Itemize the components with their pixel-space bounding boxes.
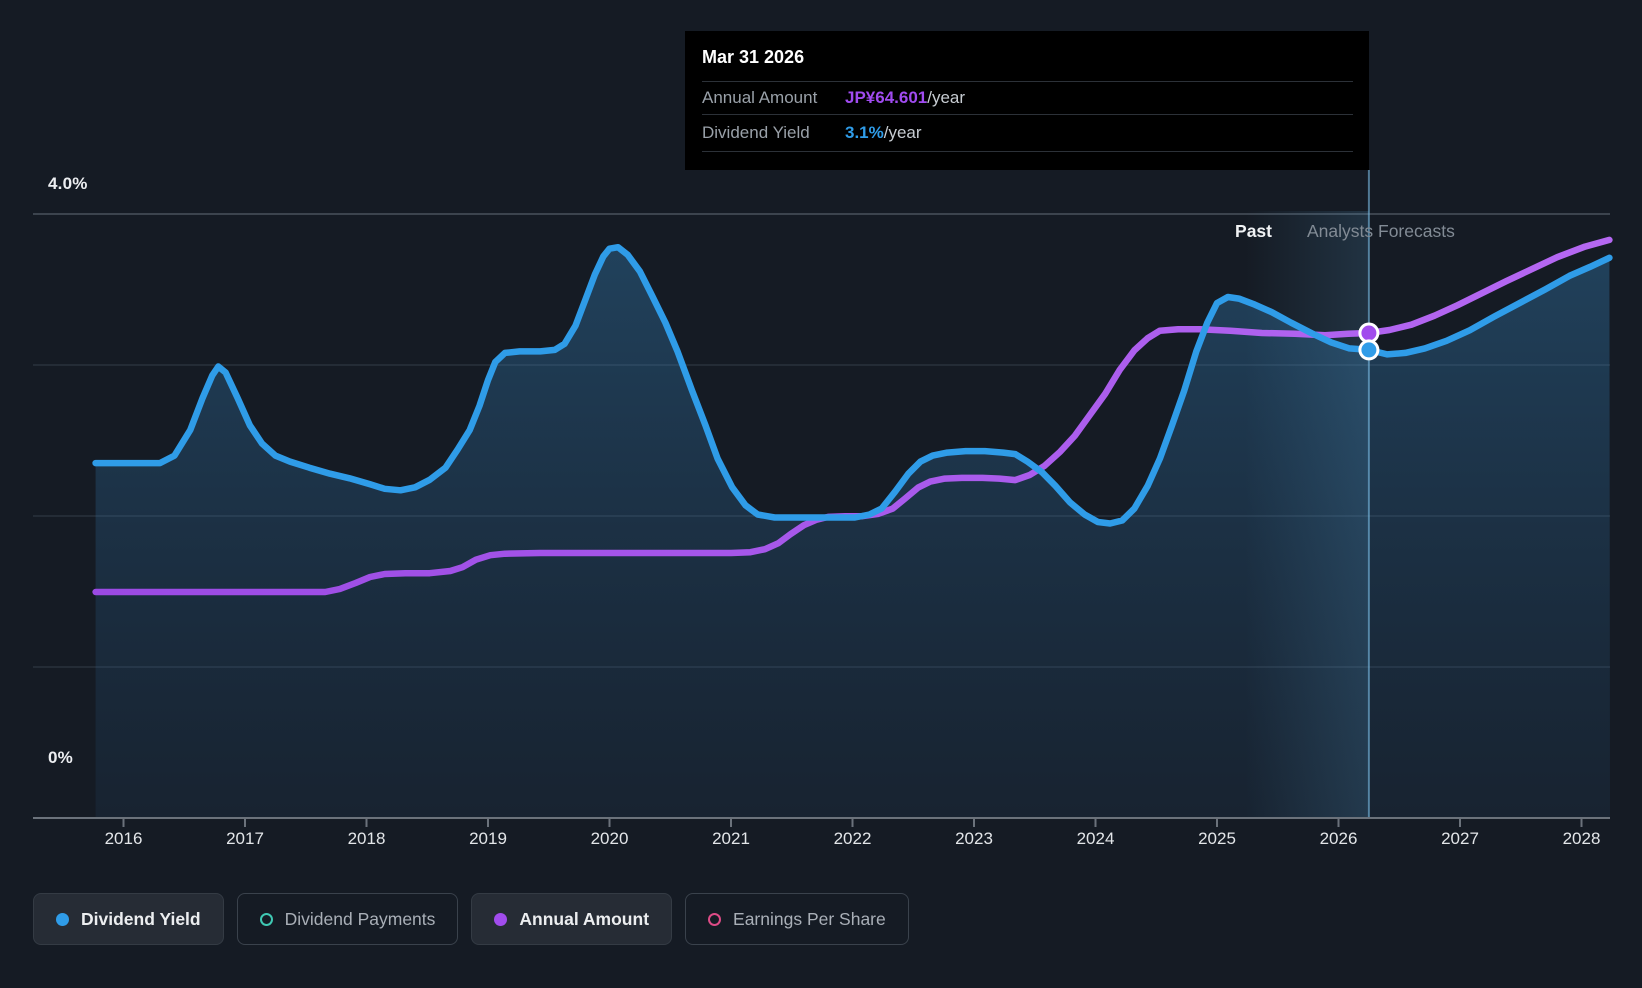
chart-legend: Dividend Yield Dividend Payments Annual Am… xyxy=(33,893,909,945)
past-region-label: Past xyxy=(1235,221,1272,242)
tooltip-row-label: Dividend Yield xyxy=(702,123,845,143)
x-axis-label: 2025 xyxy=(1198,829,1236,849)
x-axis-label: 2022 xyxy=(834,829,872,849)
tooltip-date: Mar 31 2026 xyxy=(702,47,804,68)
x-axis-label: 2028 xyxy=(1563,829,1601,849)
legend-item-earnings-per-share[interactable]: Earnings Per Share xyxy=(685,893,909,945)
legend-item-dividend-payments[interactable]: Dividend Payments xyxy=(237,893,459,945)
forecast-region-label: Analysts Forecasts xyxy=(1307,221,1455,242)
x-axis-label: 2018 xyxy=(348,829,386,849)
legend-item-annual-amount[interactable]: Annual Amount xyxy=(471,893,672,945)
tooltip-row-value: 3.1% xyxy=(845,123,884,143)
tooltip-row-suffix: /year xyxy=(884,123,922,143)
legend-item-label: Dividend Payments xyxy=(285,909,436,930)
x-axis-labels: 2016 2017 2018 2019 2020 2021 2022 2023 2024 2025… xyxy=(0,829,1642,855)
x-axis-label: 2020 xyxy=(591,829,629,849)
x-axis-label: 2026 xyxy=(1320,829,1358,849)
x-axis-label: 2021 xyxy=(712,829,750,849)
tooltip-row-suffix: /year xyxy=(927,88,965,108)
tooltip-row-value: JP¥64.601 xyxy=(845,88,927,108)
y-axis-max-label: 4.0% xyxy=(48,174,88,194)
x-axis-label: 2019 xyxy=(469,829,507,849)
dividend-history-forecast-chart: 4.0% 0% 2016 2017 2018 2019 2020 2021 2022 2023… xyxy=(0,0,1642,988)
legend-item-label: Annual Amount xyxy=(519,909,649,930)
x-axis-label: 2027 xyxy=(1441,829,1479,849)
tooltip-divider xyxy=(702,151,1353,152)
tooltip-row-dividend-yield: Dividend Yield3.1%/year xyxy=(702,114,1353,151)
x-axis-label: 2017 xyxy=(226,829,264,849)
earnings-per-share-dot-icon xyxy=(708,913,721,926)
x-axis-label: 2023 xyxy=(955,829,993,849)
hover-tooltip: Mar 31 2026 Annual AmountJP¥64.601/year … xyxy=(685,31,1369,170)
x-axis-label: 2016 xyxy=(105,829,143,849)
x-axis-label: 2024 xyxy=(1077,829,1115,849)
tooltip-row-label: Annual Amount xyxy=(702,88,845,108)
legend-item-label: Earnings Per Share xyxy=(733,909,886,930)
tooltip-row-annual-amount: Annual AmountJP¥64.601/year xyxy=(702,81,1353,114)
dividend-payments-dot-icon xyxy=(260,913,273,926)
annual-amount-dot-icon xyxy=(494,913,507,926)
dividend-yield-dot-icon xyxy=(56,913,69,926)
legend-item-label: Dividend Yield xyxy=(81,909,201,930)
legend-item-dividend-yield[interactable]: Dividend Yield xyxy=(33,893,224,945)
y-axis-zero-label: 0% xyxy=(48,748,73,768)
